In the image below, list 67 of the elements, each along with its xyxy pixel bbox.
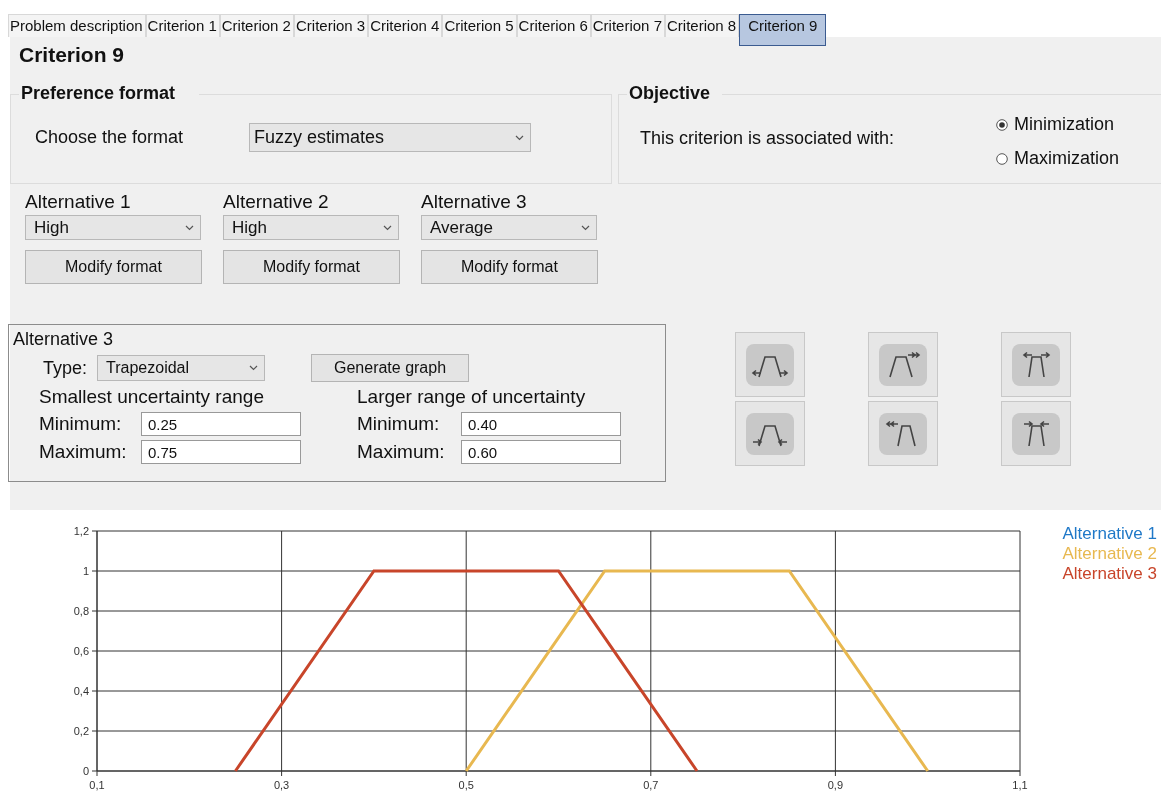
x-tick-label: 1,1 [1012,779,1028,791]
alternative-label: Alternative 1 [25,190,132,214]
dropdown[interactable]: Trapezoidal [97,355,266,381]
modify-format-button[interactable]: Modify format [25,250,202,284]
tab[interactable]: Criterion 6 [516,14,591,37]
radio-button[interactable]: Maximization [996,148,1120,169]
y-tick-label: 0,4 [73,685,89,697]
caret-icon [581,224,590,231]
field-label: Maximum: [39,441,127,463]
tab[interactable]: Criterion 1 [145,14,220,37]
dropdown[interactable]: Fuzzy estimates [249,123,532,152]
y-tick-label: 0,2 [73,725,89,737]
caret-icon [249,365,259,371]
tab[interactable]: Problem description [8,14,146,37]
tab[interactable]: Criterion 7 [590,14,665,37]
x-tick-label: 0,3 [273,779,290,791]
dropdown[interactable]: High [223,215,399,240]
radio-button[interactable]: Minimization [996,114,1120,135]
y-tick-label: 0 [82,765,89,777]
dropdown[interactable]: Average [421,215,597,240]
section-label: Smallest uncertainty range [39,386,265,408]
group-title: Objective [627,83,723,104]
alternative-label: Alternative 2 [223,190,330,214]
alternative-label: Alternative 3 [421,190,528,214]
field-label: Type: [43,357,88,379]
input-field[interactable]: 0.40 [461,412,621,436]
caret-icon [515,134,525,141]
shape-button[interactable] [868,401,938,466]
tab[interactable]: Criterion 2 [219,14,294,37]
tab[interactable]: Criterion 4 [368,14,443,37]
page-title: Criterion 9 [18,42,126,68]
x-tick-label: 0,7 [643,779,659,791]
y-tick-label: 1,2 [73,525,89,537]
field-label: Minimum: [357,413,440,435]
section-label: Larger range of uncertainty [357,386,587,408]
tab[interactable]: Criterion 5 [442,14,517,37]
x-tick-label: 0,5 [458,779,474,791]
y-tick-label: 0,6 [73,645,89,657]
tab[interactable]: Criterion 9 [739,14,827,46]
y-tick-label: 1 [82,565,89,577]
legend-label: Alternative 3 [1062,564,1157,584]
shape-button[interactable] [868,332,938,397]
field-label: This criterion is associated with: [640,128,896,150]
caret-icon [185,224,194,231]
modify-format-button[interactable]: Modify format [421,250,598,284]
x-tick-label: 0,9 [827,779,844,791]
modify-format-button[interactable]: Modify format [223,250,400,284]
group-title: Alternative 3 [13,329,115,350]
generate-graph-button[interactable]: Generate graph [311,354,470,382]
input-field[interactable]: 0.75 [141,440,301,464]
caret-icon [383,224,392,231]
field-label: Minimum: [39,413,122,435]
tab[interactable]: Criterion 8 [665,14,740,37]
shape-button[interactable] [1001,401,1071,466]
y-tick-label: 0,8 [73,605,89,617]
field-label: Choose the format [35,127,184,148]
tab[interactable]: Criterion 3 [293,14,369,37]
legend-label: Alternative 1 [1062,524,1157,544]
shape-button[interactable] [735,332,805,397]
shape-button[interactable] [1001,332,1071,397]
dropdown[interactable]: High [25,215,201,240]
shape-button[interactable] [735,401,805,466]
field-label: Maximum: [357,441,445,463]
input-field[interactable]: 0.25 [141,412,301,436]
x-tick-label: 0,1 [89,779,105,791]
legend-label: Alternative 2 [1062,544,1157,564]
input-field[interactable]: 0.60 [461,440,621,464]
